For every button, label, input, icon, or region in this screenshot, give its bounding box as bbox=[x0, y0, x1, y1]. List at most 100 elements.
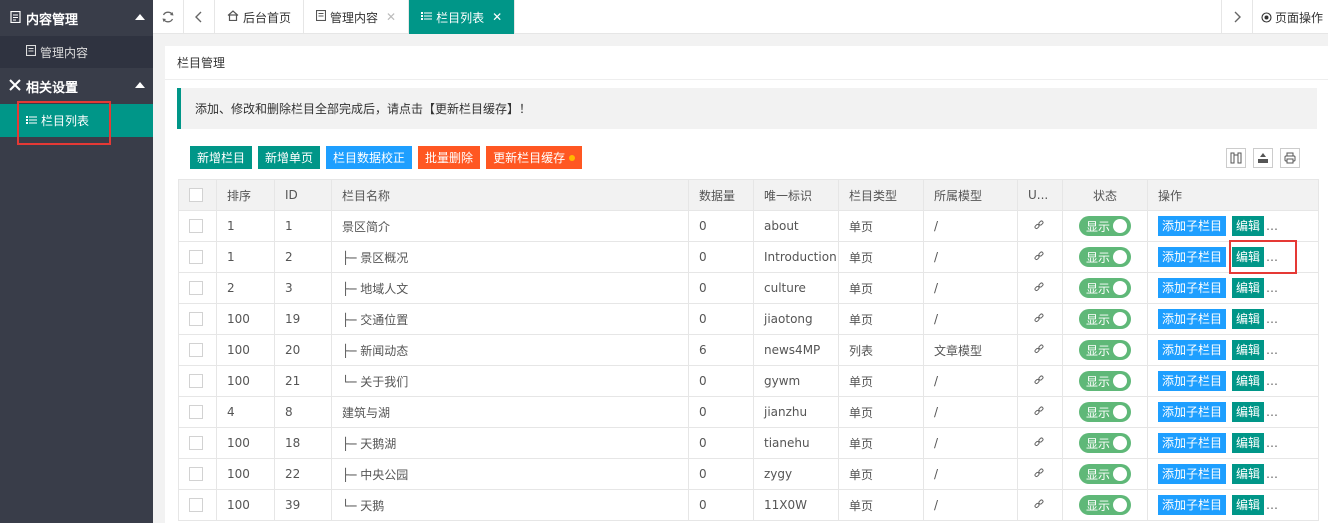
header-type[interactable]: 栏目类型 bbox=[838, 179, 924, 211]
add-child-button[interactable]: 添加子栏目 bbox=[1158, 216, 1227, 236]
status-toggle[interactable]: 显示 bbox=[1079, 371, 1131, 391]
table-row: 100 21 └─ 关于我们 0 gywm 单页 / 显示 添加子栏目 编辑… bbox=[178, 365, 1319, 397]
status-toggle[interactable]: 显示 bbox=[1079, 464, 1131, 484]
link-icon[interactable] bbox=[1034, 344, 1044, 354]
status-toggle[interactable]: 显示 bbox=[1079, 278, 1131, 298]
status-toggle[interactable]: 显示 bbox=[1079, 309, 1131, 329]
more-actions[interactable]: … bbox=[1266, 312, 1278, 326]
row-actions-cell: 添加子栏目 编辑… bbox=[1147, 365, 1319, 397]
export-icon[interactable] bbox=[1253, 148, 1273, 168]
tab-manage-content[interactable]: 管理内容 ✕ bbox=[304, 0, 410, 34]
link-icon[interactable] bbox=[1034, 220, 1044, 230]
more-actions[interactable]: … bbox=[1266, 436, 1278, 450]
status-toggle[interactable]: 显示 bbox=[1079, 433, 1131, 453]
status-toggle[interactable]: 显示 bbox=[1079, 216, 1131, 236]
header-sort[interactable]: 排序 bbox=[216, 179, 275, 211]
header-url[interactable]: U... bbox=[1017, 179, 1063, 211]
page-operations-button[interactable]: 页面操作 bbox=[1252, 0, 1328, 34]
edit-button[interactable]: 编辑 bbox=[1232, 495, 1265, 515]
link-icon[interactable] bbox=[1034, 437, 1044, 447]
row-checkbox[interactable] bbox=[189, 312, 203, 327]
more-actions[interactable]: … bbox=[1266, 405, 1278, 419]
print-icon[interactable] bbox=[1280, 148, 1300, 168]
row-checkbox[interactable] bbox=[189, 343, 203, 358]
select-all-checkbox[interactable] bbox=[189, 188, 203, 203]
edit-button[interactable]: 编辑 bbox=[1232, 464, 1265, 484]
link-icon[interactable] bbox=[1034, 499, 1044, 509]
row-checkbox[interactable] bbox=[189, 250, 203, 265]
row-model: 文章模型 bbox=[923, 334, 1018, 366]
header-id[interactable]: ID bbox=[274, 179, 332, 211]
row-actions-cell: 添加子栏目 编辑… bbox=[1147, 396, 1319, 428]
close-icon[interactable]: ✕ bbox=[386, 10, 396, 24]
row-checkbox[interactable] bbox=[189, 405, 203, 420]
row-checkbox[interactable] bbox=[189, 374, 203, 389]
add-column-button[interactable]: 新增栏目 bbox=[190, 146, 253, 169]
refresh-button[interactable] bbox=[153, 0, 184, 34]
add-page-button[interactable]: 新增单页 bbox=[258, 146, 321, 169]
add-child-button[interactable]: 添加子栏目 bbox=[1158, 402, 1227, 422]
add-child-button[interactable]: 添加子栏目 bbox=[1158, 309, 1227, 329]
table-body: 1 1 景区简介 0 about 单页 / 显示 添加子栏目 编辑… 1 2 ├─ 景区概况 0 Intro… bbox=[178, 210, 1319, 521]
edit-button[interactable]: 编辑 bbox=[1232, 278, 1265, 298]
edit-button[interactable]: 编辑 bbox=[1232, 309, 1265, 329]
sidebar-group-settings[interactable]: 相关设置 bbox=[0, 68, 153, 104]
more-actions[interactable]: … bbox=[1266, 219, 1278, 233]
status-label: 显示 bbox=[1086, 281, 1111, 296]
more-actions[interactable]: … bbox=[1266, 281, 1278, 295]
add-child-button[interactable]: 添加子栏目 bbox=[1158, 371, 1227, 391]
sidebar-group-content[interactable]: 内容管理 bbox=[0, 0, 153, 36]
edit-button[interactable]: 编辑 bbox=[1232, 433, 1265, 453]
header-key[interactable]: 唯一标识 bbox=[753, 179, 839, 211]
link-icon[interactable] bbox=[1034, 282, 1044, 292]
row-checkbox[interactable] bbox=[189, 467, 203, 482]
edit-button[interactable]: 编辑 bbox=[1232, 402, 1265, 422]
edit-button[interactable]: 编辑 bbox=[1232, 340, 1265, 360]
link-icon[interactable] bbox=[1034, 313, 1044, 323]
row-sort: 100 bbox=[216, 303, 275, 335]
status-toggle[interactable]: 显示 bbox=[1079, 402, 1131, 422]
add-child-button[interactable]: 添加子栏目 bbox=[1158, 340, 1227, 360]
more-actions[interactable]: … bbox=[1266, 374, 1278, 388]
add-child-button[interactable]: 添加子栏目 bbox=[1158, 247, 1227, 267]
add-child-button[interactable]: 添加子栏目 bbox=[1158, 278, 1227, 298]
batch-delete-button[interactable]: 批量删除 bbox=[418, 146, 481, 169]
header-model[interactable]: 所属模型 bbox=[923, 179, 1018, 211]
more-actions[interactable]: … bbox=[1266, 343, 1278, 357]
add-child-button[interactable]: 添加子栏目 bbox=[1158, 433, 1227, 453]
add-child-button[interactable]: 添加子栏目 bbox=[1158, 464, 1227, 484]
status-toggle[interactable]: 显示 bbox=[1079, 247, 1131, 267]
link-icon[interactable] bbox=[1034, 406, 1044, 416]
more-actions[interactable]: … bbox=[1266, 467, 1278, 481]
filter-columns-icon[interactable] bbox=[1226, 148, 1246, 168]
tab-scroll-left-button[interactable] bbox=[184, 0, 215, 34]
row-checkbox[interactable] bbox=[189, 219, 203, 234]
tab-scroll-right-button[interactable] bbox=[1221, 0, 1252, 34]
status-toggle[interactable]: 显示 bbox=[1079, 495, 1131, 515]
update-cache-button[interactable]: 更新栏目缓存 bbox=[486, 146, 583, 169]
status-label: 显示 bbox=[1086, 436, 1111, 451]
edit-button[interactable]: 编辑 bbox=[1232, 216, 1265, 236]
row-checkbox[interactable] bbox=[189, 498, 203, 513]
header-name[interactable]: 栏目名称 bbox=[331, 179, 689, 211]
status-toggle[interactable]: 显示 bbox=[1079, 340, 1131, 360]
row-checkbox[interactable] bbox=[189, 436, 203, 451]
row-sort: 4 bbox=[216, 396, 275, 428]
header-status[interactable]: 状态 bbox=[1062, 179, 1148, 211]
edit-button[interactable]: 编辑 bbox=[1232, 371, 1265, 391]
row-checkbox[interactable] bbox=[189, 281, 203, 296]
verify-columns-button[interactable]: 栏目数据校正 bbox=[326, 146, 413, 169]
row-actions-cell: 添加子栏目 编辑… bbox=[1147, 334, 1319, 366]
add-child-button[interactable]: 添加子栏目 bbox=[1158, 495, 1227, 515]
row-id: 18 bbox=[274, 427, 332, 459]
more-actions[interactable]: … bbox=[1266, 498, 1278, 512]
link-icon[interactable] bbox=[1034, 251, 1044, 261]
close-icon[interactable]: ✕ bbox=[492, 10, 502, 24]
tab-home[interactable]: 后台首页 bbox=[215, 0, 305, 34]
header-count[interactable]: 数据量 bbox=[688, 179, 754, 211]
row-key: 11X0W bbox=[753, 489, 839, 521]
sidebar-item-manage-content[interactable]: 管理内容 bbox=[0, 36, 153, 68]
link-icon[interactable] bbox=[1034, 375, 1044, 385]
link-icon[interactable] bbox=[1034, 468, 1044, 478]
tab-column-list[interactable]: 栏目列表 ✕ bbox=[409, 0, 516, 34]
